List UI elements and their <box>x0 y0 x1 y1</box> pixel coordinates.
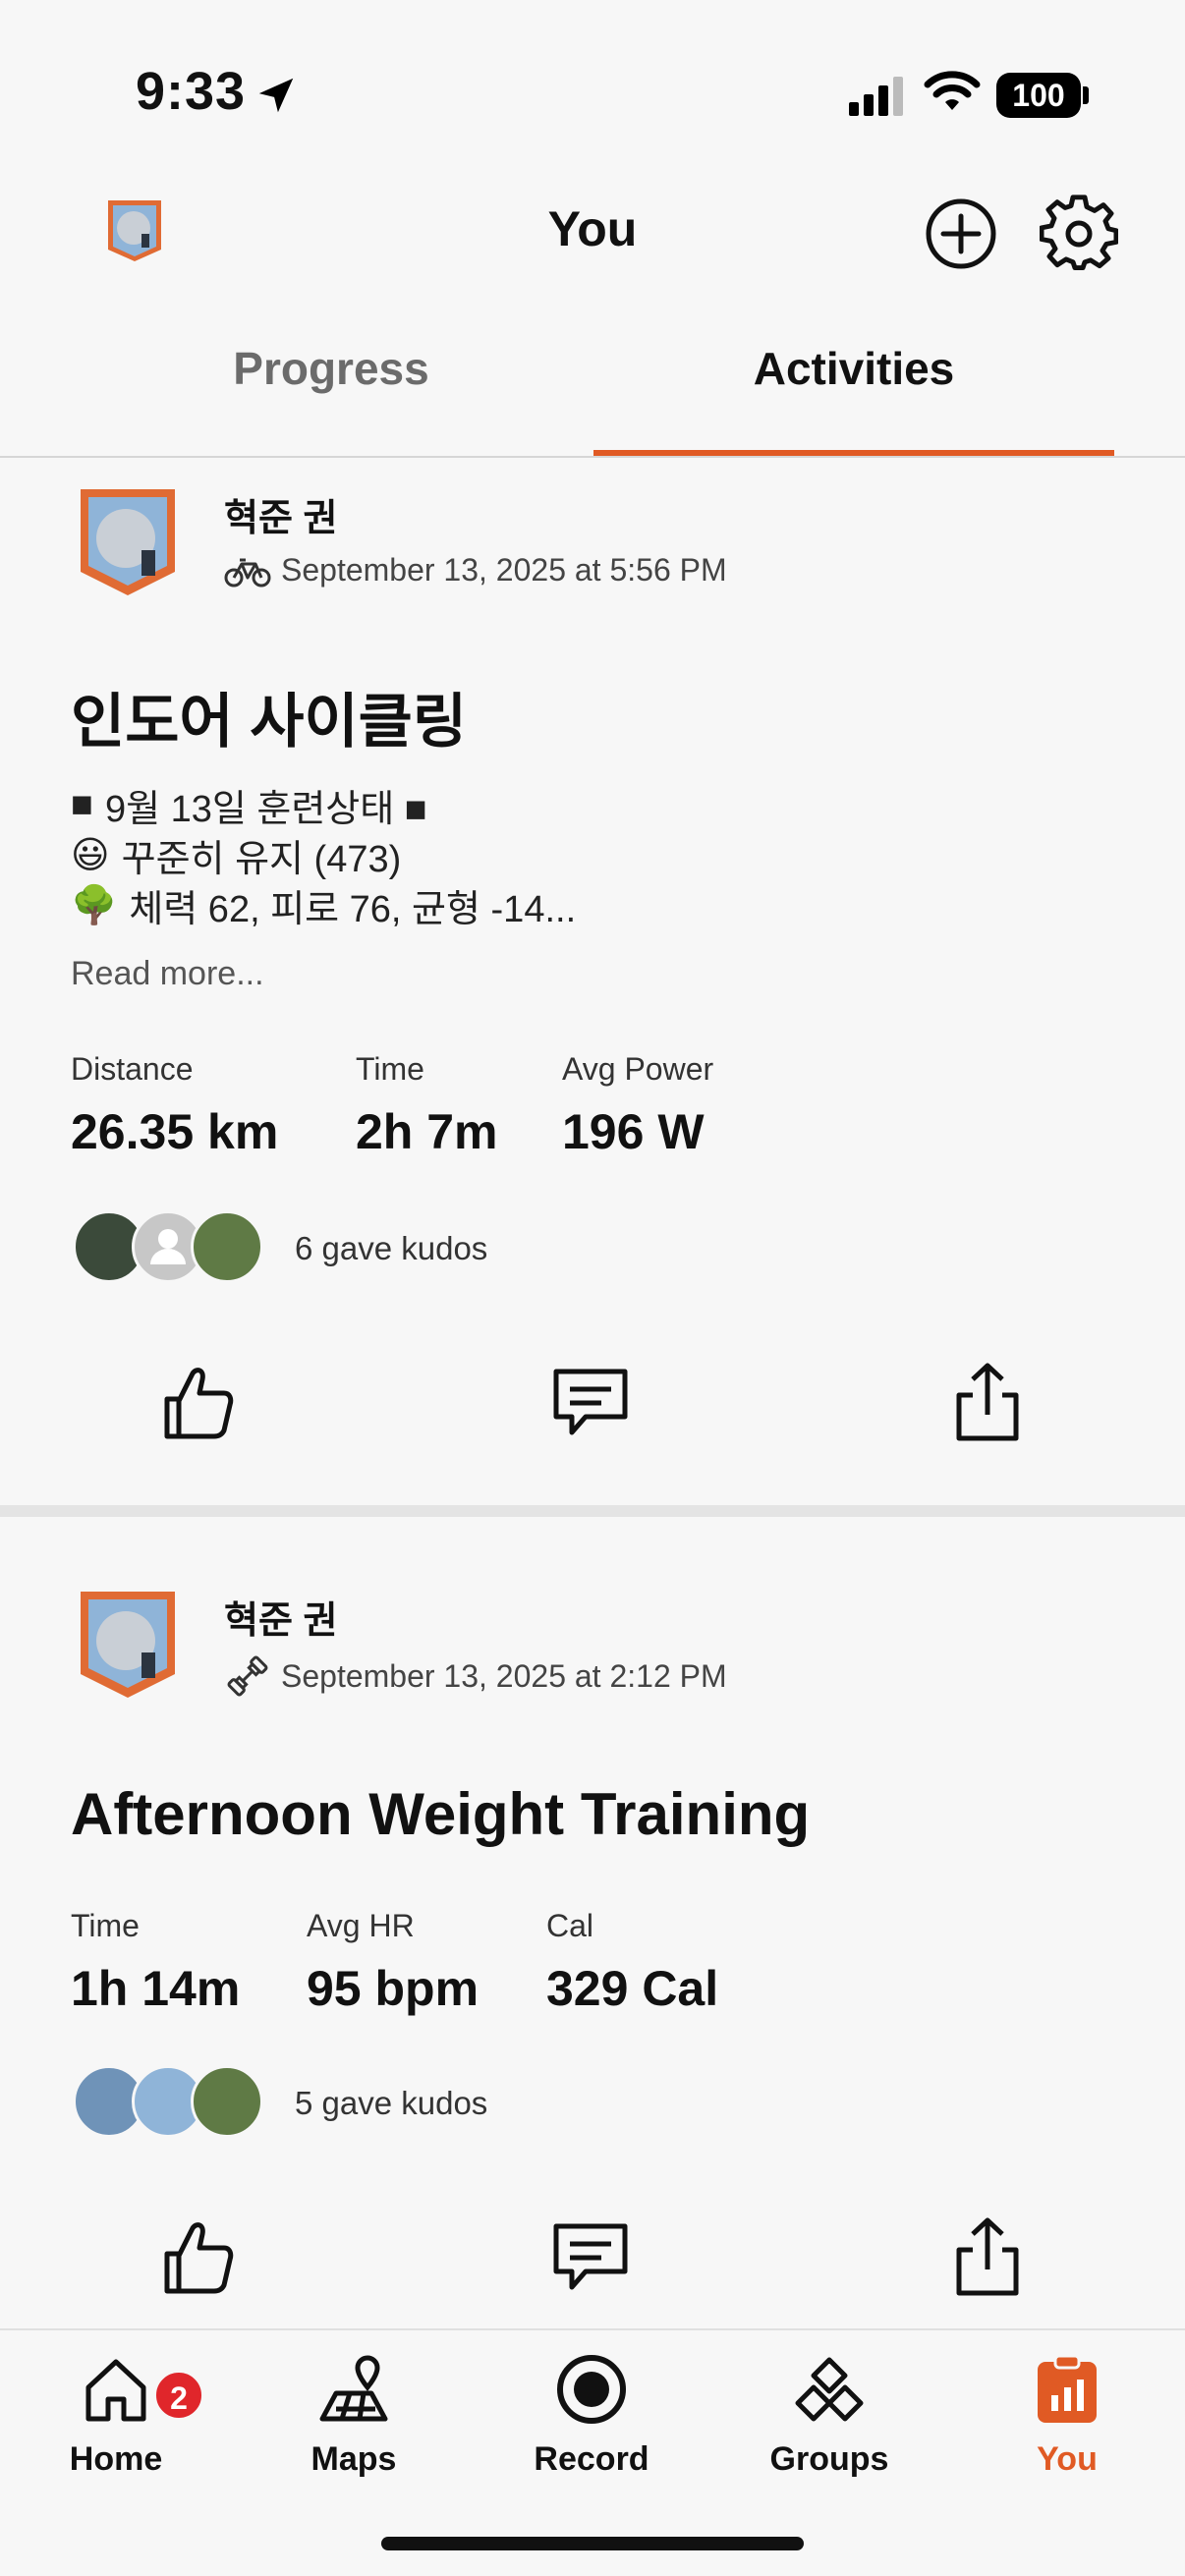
nav-home[interactable]: Home 2 <box>18 2350 214 2479</box>
page-title: You <box>547 201 638 256</box>
activity-meta: September 13, 2025 at 5:56 PM <box>224 552 727 588</box>
home-icon <box>85 2359 146 2422</box>
activity-date: September 13, 2025 at 2:12 PM <box>281 1657 727 1694</box>
share-icon[interactable] <box>943 2212 1032 2301</box>
description-line: 🌳 체력 62, 피로 76, 균형 -14... <box>71 884 577 931</box>
wifi-icon <box>924 71 981 110</box>
share-icon[interactable] <box>943 1358 1032 1446</box>
activity-meta: September 13, 2025 at 2:12 PM <box>224 1652 727 1700</box>
comment-icon[interactable] <box>546 2212 635 2301</box>
smiley-icon: 😃 <box>71 835 110 876</box>
avatar <box>191 2065 263 2138</box>
thumbs-up-icon[interactable] <box>153 2212 242 2301</box>
maps-icon <box>319 2355 388 2422</box>
stat-avg-power: Avg Power 196 W <box>562 1051 714 1159</box>
kudos-count[interactable]: 5 gave kudos <box>295 2085 487 2122</box>
athlete-name[interactable]: 혁준 권 <box>224 487 337 541</box>
battery-indicator: 100 <box>996 73 1081 118</box>
location-arrow-icon <box>258 78 294 113</box>
status-bar: 9:33 100 <box>0 0 1185 187</box>
nav-record[interactable]: Record <box>493 2350 690 2479</box>
athlete-avatar[interactable] <box>77 485 179 599</box>
gear-icon[interactable] <box>1040 195 1118 273</box>
tab-activities[interactable]: Activities <box>593 342 1114 395</box>
avatar <box>191 1210 263 1283</box>
add-icon[interactable] <box>922 195 1000 273</box>
battery-tip <box>1083 86 1089 104</box>
nav-groups[interactable]: Groups <box>731 2350 928 2479</box>
stat-time: Time 2h 7m <box>356 1051 498 1159</box>
thumbs-up-icon[interactable] <box>153 1358 242 1446</box>
stat-avg-hr: Avg HR 95 bpm <box>307 1908 480 2016</box>
tree-icon: 🌳 <box>71 884 118 926</box>
nav-you[interactable]: You <box>969 2350 1165 2479</box>
groups-icon <box>795 2357 864 2422</box>
stat-distance: Distance 26.35 km <box>71 1051 279 1159</box>
athlete-name[interactable]: 혁준 권 <box>224 1590 337 1644</box>
tab-progress[interactable]: Progress <box>71 342 592 395</box>
nav-maps[interactable]: Maps <box>255 2350 452 2479</box>
kudos-avatars[interactable] <box>73 2065 269 2140</box>
activity-title[interactable]: Afternoon Weight Training <box>71 1780 810 1848</box>
activity-card[interactable]: 혁준 권 September 13, 2025 at 5:56 PM 인도어 사… <box>0 462 1185 1503</box>
you-clipboard-icon <box>1038 2354 1097 2423</box>
active-tab-indicator <box>593 450 1114 456</box>
card-divider <box>0 1505 1185 1517</box>
tab-bar: Progress Activities <box>0 324 1185 458</box>
kudos-count[interactable]: 6 gave kudos <box>295 1230 487 1267</box>
activity-date: September 13, 2025 at 5:56 PM <box>281 552 727 588</box>
comment-icon[interactable] <box>546 1358 635 1446</box>
activity-card[interactable]: 혁준 권 September 13, 2025 at 2:12 PM After… <box>0 1519 1185 2324</box>
notification-badge: 2 <box>153 2370 204 2421</box>
stat-calories: Cal 329 Cal <box>546 1908 719 2016</box>
activity-title[interactable]: 인도어 사이클링 <box>71 674 467 759</box>
black-square-icon: ■ <box>71 784 93 825</box>
athlete-avatar[interactable] <box>77 1588 179 1702</box>
read-more-link[interactable]: Read more... <box>71 955 264 993</box>
stat-time: Time 1h 14m <box>71 1908 241 2016</box>
cellular-signal-icon <box>849 77 903 116</box>
bike-icon <box>224 558 271 587</box>
status-time: 9:33 <box>136 62 247 121</box>
dumbbell-icon <box>227 1655 268 1697</box>
kudos-avatars[interactable] <box>73 1210 269 1285</box>
record-icon <box>557 2355 626 2424</box>
home-indicator <box>381 2537 804 2550</box>
description-line: 😃 꾸준히 유지 (473) <box>71 835 402 880</box>
description-line: ■ 9월 13일 훈련상태 ■ <box>71 784 427 830</box>
